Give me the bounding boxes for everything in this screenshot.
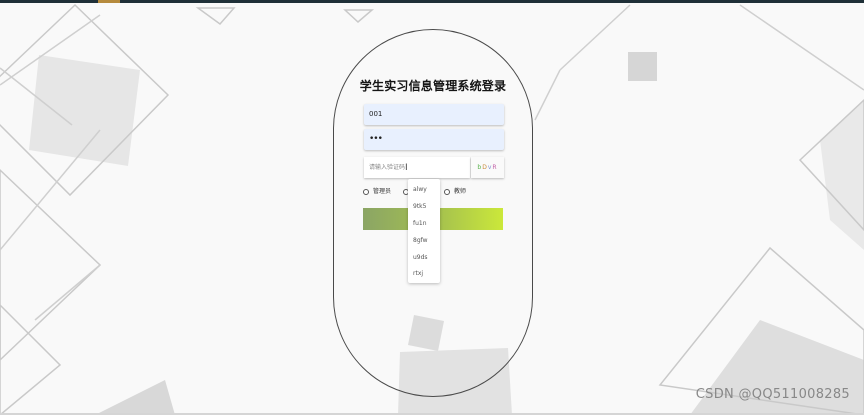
bg-square (820, 100, 864, 250)
bg-square (628, 52, 657, 81)
bg-line (739, 4, 864, 91)
captcha-char: R (492, 164, 498, 171)
autocomplete-dropdown: alwy 9tk5 fu1n 8gfw u9ds rtxj (408, 179, 440, 283)
autocomplete-item[interactable]: 8gfw (413, 236, 428, 246)
captcha-image[interactable]: bDvR (471, 157, 504, 178)
role-radio-admin[interactable]: 管理员 (363, 187, 391, 197)
radio-circle-icon[interactable] (444, 188, 450, 195)
role-label-admin: 管理员 (373, 188, 392, 195)
page-title: 学生实习信息管理系统登录 (359, 79, 507, 93)
watermark: CSDN @QQ511008285 (695, 387, 850, 402)
autocomplete-item[interactable]: alwy (413, 185, 427, 195)
captcha-input[interactable]: 请输入验证码I (364, 157, 470, 178)
bg-outline (195, 7, 236, 26)
username-field[interactable]: 001 (364, 104, 504, 125)
captcha-placeholder: 请输入验证码 (369, 164, 406, 171)
radio-circle-icon[interactable] (363, 188, 369, 195)
bg-line (534, 69, 561, 121)
text-cursor-icon: I (405, 163, 408, 173)
bg-square (95, 380, 175, 415)
autocomplete-item[interactable]: rtxj (413, 269, 423, 279)
autocomplete-item[interactable]: 9tk5 (413, 202, 426, 212)
bg-line (34, 264, 101, 321)
autocomplete-item[interactable]: u9ds (413, 253, 428, 263)
autocomplete-item[interactable]: fu1n (413, 219, 427, 229)
bg-outline (343, 9, 375, 24)
password-field[interactable]: ••• (364, 129, 504, 150)
role-radio-teacher[interactable]: 教师 (444, 187, 466, 197)
bg-outline (0, 303, 62, 415)
bg-line (559, 4, 631, 71)
role-label-teacher: 教师 (454, 188, 467, 195)
bg-outline (0, 168, 102, 362)
